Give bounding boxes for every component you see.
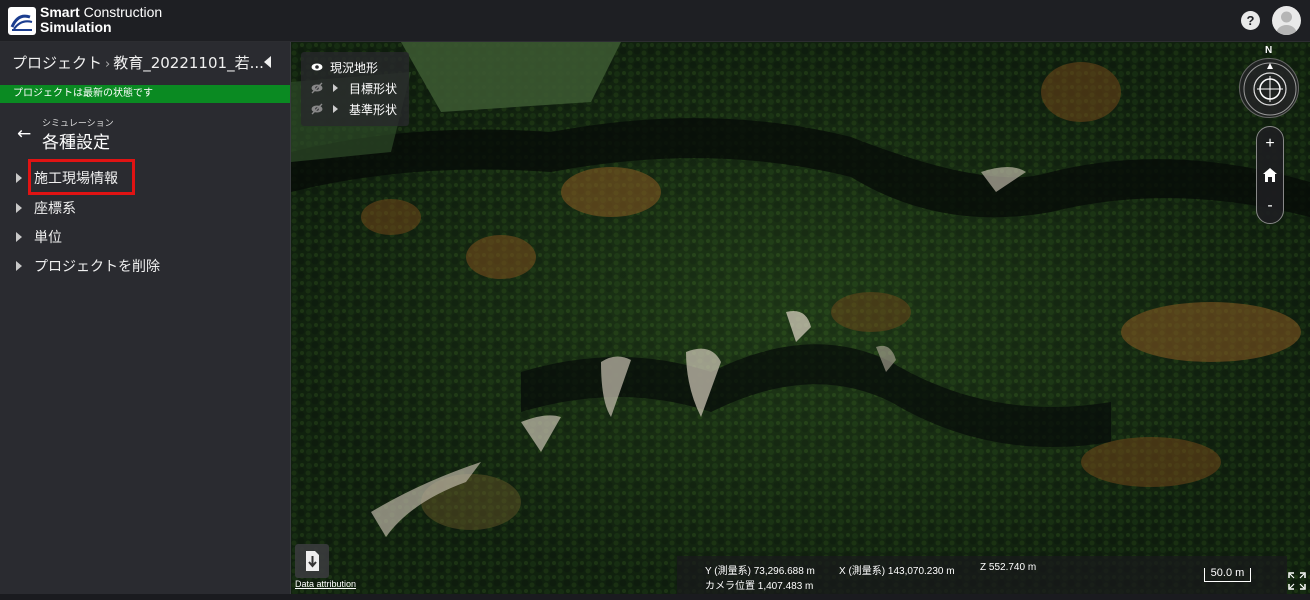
app-name-rest: Construction [79,4,163,20]
camera-height: カメラ位置 1,407.483 m [705,581,814,592]
menu-item-label: 単位 [34,230,62,246]
download-button[interactable] [295,544,329,578]
compass-north-label: N [1265,45,1273,56]
layer-current-terrain[interactable]: 現況地形 [301,57,409,77]
eye-icon[interactable] [311,61,323,73]
app-name-line2: Simulation [40,19,112,35]
home-icon [1263,168,1277,182]
expand-caret-icon [16,261,22,271]
expand-caret-icon[interactable] [333,105,338,113]
expand-caret-icon [16,203,22,213]
aerial-terrain-image [291,42,1310,594]
layer-label: 基準形状 [349,103,398,117]
help-icon[interactable]: ? [1241,11,1260,30]
layer-label: 目標形状 [349,82,398,96]
app-name-bold: Smart [40,4,80,20]
layer-panel: 現況地形 目標形状 基準形状 [301,52,409,126]
home-view-button[interactable] [1257,160,1283,190]
breadcrumb-current: 教育_20221101_若... [113,54,264,72]
layer-label: 現況地形 [330,61,379,75]
page-title: 各種設定 [42,133,110,153]
status-badge: プロジェクトは最新の状態です [0,85,290,103]
expand-caret-icon [16,232,22,242]
map-viewport[interactable]: 現況地形 目標形状 基準形状 N + - Data attribution Y … [291,42,1310,594]
expand-caret-icon[interactable] [333,84,338,92]
coord-x: X (測量系) 143,070.230 m [839,566,955,577]
layer-target-shape[interactable]: 目標形状 [301,78,409,98]
breadcrumb-root[interactable]: プロジェクト [12,54,102,72]
breadcrumb-separator: › [105,57,111,72]
data-attribution-link[interactable]: Data attribution [295,579,356,589]
menu-item-label: 座標系 [34,201,76,217]
download-file-icon [306,551,319,571]
fullscreen-icon[interactable] [1288,572,1306,590]
top-bar: Smart Construction Simulation ? [0,0,1310,42]
app-name: Smart Construction Simulation [40,5,162,35]
zoom-in-button[interactable]: + [1257,129,1283,159]
menu-item-label: プロジェクトを削除 [34,259,160,275]
zoom-out-button[interactable]: - [1257,191,1283,221]
highlight-annotation [28,159,135,195]
coordinates-readout: Y (測量系) 73,296.688 m X (測量系) 143,070.230… [677,556,1287,594]
bottom-strip [0,594,1310,600]
compass-icon[interactable] [1239,58,1299,118]
breadcrumb: プロジェクト › 教育_20221101_若... [12,52,264,74]
coord-z: Z 552.740 m [980,562,1037,573]
coord-y: Y (測量系) 73,296.688 m [705,566,815,577]
collapse-sidebar-icon[interactable] [264,56,271,68]
zoom-controls: + - [1256,126,1284,224]
eye-off-icon[interactable] [311,82,323,94]
layer-reference-shape[interactable]: 基準形状 [301,99,409,119]
back-arrow-icon[interactable]: ← [17,124,31,144]
expand-caret-icon [16,173,22,183]
user-avatar-icon[interactable] [1272,6,1301,35]
scale-bar: 50.0 m [1204,568,1251,582]
eye-off-icon[interactable] [311,103,323,115]
app-logo-icon[interactable] [8,7,36,35]
sidebar: プロジェクト › 教育_20221101_若... プロジェクトは最新の状態です ←… [0,42,291,600]
